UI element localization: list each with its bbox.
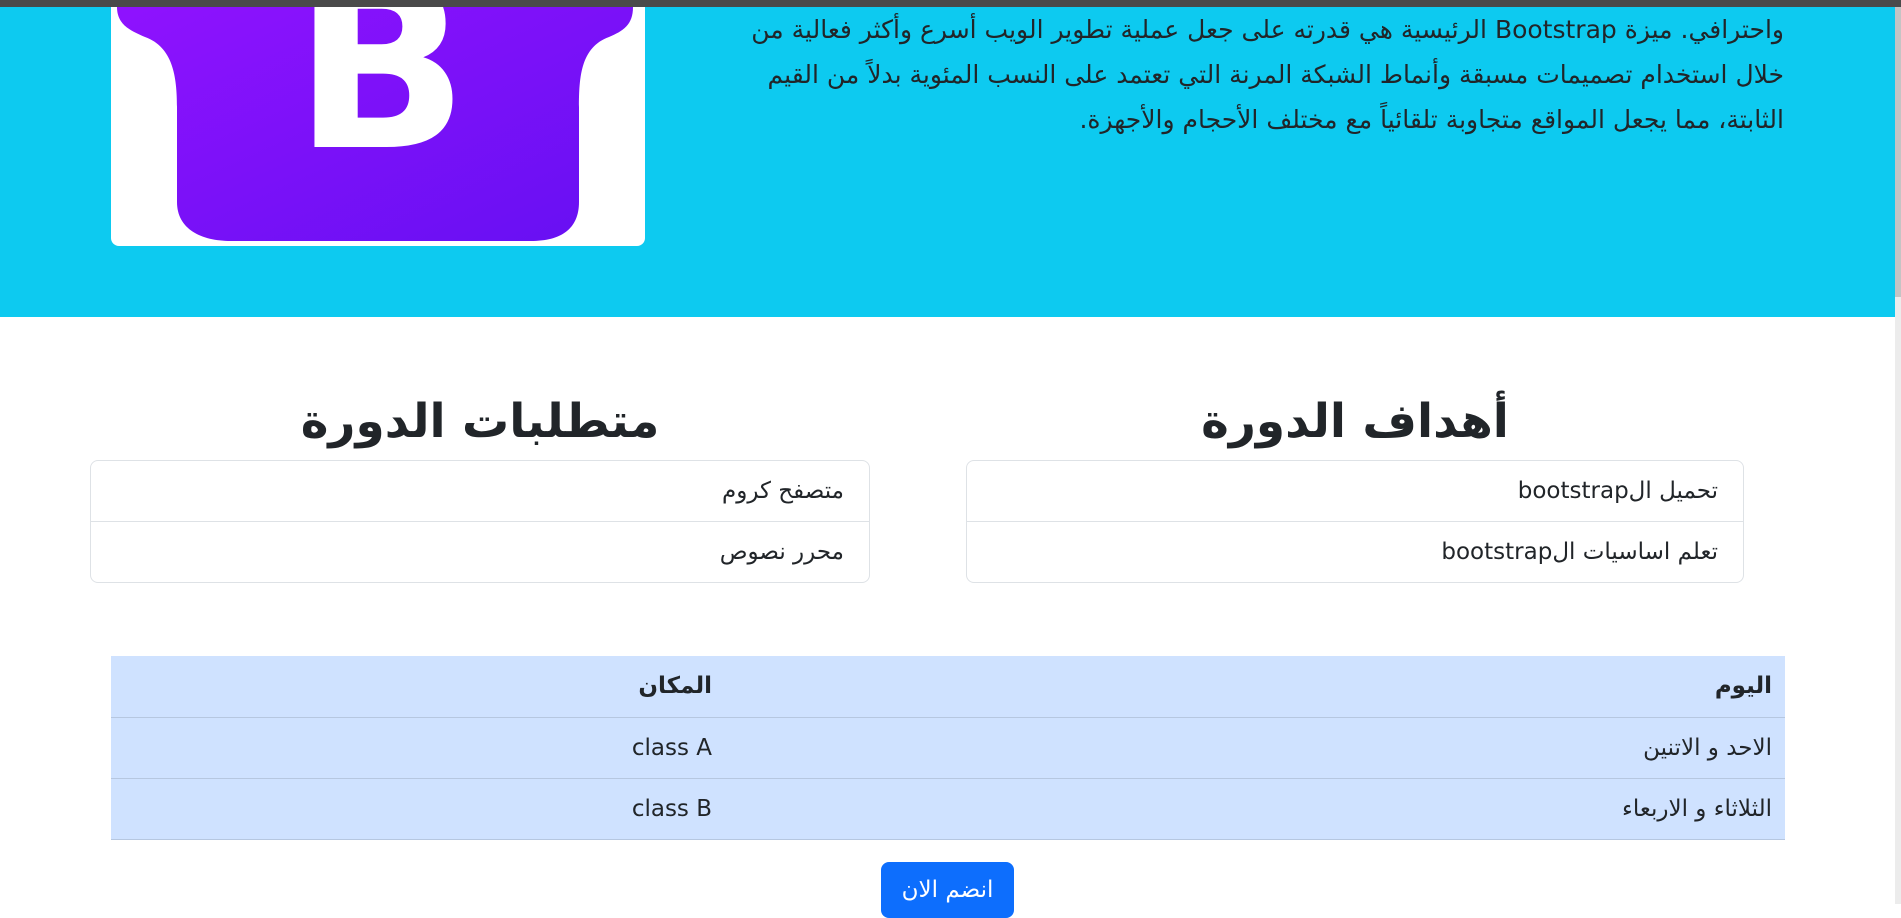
table-header-row: اليوم المكان xyxy=(111,656,1785,718)
table-cell-day: الثلاثاء و الاربعاء xyxy=(725,778,1785,840)
table-cell-day: الاحد و الاتنين xyxy=(725,717,1785,779)
hero-paragraph-line: خلال استخدام تصميمات مسبقة وأنماط الشبكة… xyxy=(767,60,1784,89)
goals-list-item: تعلم اساسيات الbootstrap xyxy=(1441,539,1718,565)
hero-section: B واحترافي. ميزة Bootstrap الرئيسية هي ق… xyxy=(0,7,1901,317)
schedule-table: اليوم المكان الاحد و الاتنين class A الث… xyxy=(111,656,1785,840)
hero-paragraph: واحترافي. ميزة Bootstrap الرئيسية هي قدر… xyxy=(704,7,1784,142)
requirements-title: متطلبات الدورة xyxy=(300,394,660,449)
goals-title: أهداف الدورة xyxy=(1201,394,1509,449)
bootstrap-logo: B xyxy=(111,7,645,246)
join-now-button[interactable]: انضم الان xyxy=(881,862,1014,918)
browser-top-bar xyxy=(0,0,1901,7)
requirements-list-item: محرر نصوص xyxy=(719,539,844,565)
hero-paragraph-line: واحترافي. ميزة Bootstrap الرئيسية هي قدر… xyxy=(751,15,1784,44)
table-row: الثلاثاء و الاربعاء class B xyxy=(111,778,1785,840)
requirements-list-item: متصفح كروم xyxy=(91,461,869,522)
hero-paragraph-line: الثابتة، مما يجعل المواقع متجاوبة تلقائي… xyxy=(1079,105,1784,134)
requirements-list: متصفح كروم محرر نصوص xyxy=(90,460,870,583)
table-cell-place: class A xyxy=(111,717,725,779)
logo-letter: B xyxy=(293,7,468,202)
page-scrollbar-thumb[interactable] xyxy=(1895,7,1901,297)
goals-list: تحميل الbootstrap تعلم اساسيات الbootstr… xyxy=(966,460,1744,583)
table-cell-place: class B xyxy=(111,778,725,840)
bootstrap-logo-icon: B xyxy=(117,7,633,241)
table-row: الاحد و الاتنين class A xyxy=(111,717,1785,779)
goals-list-item: تحميل الbootstrap xyxy=(967,461,1743,522)
column-header-place: المكان xyxy=(111,656,725,718)
column-header-day: اليوم xyxy=(725,656,1785,718)
